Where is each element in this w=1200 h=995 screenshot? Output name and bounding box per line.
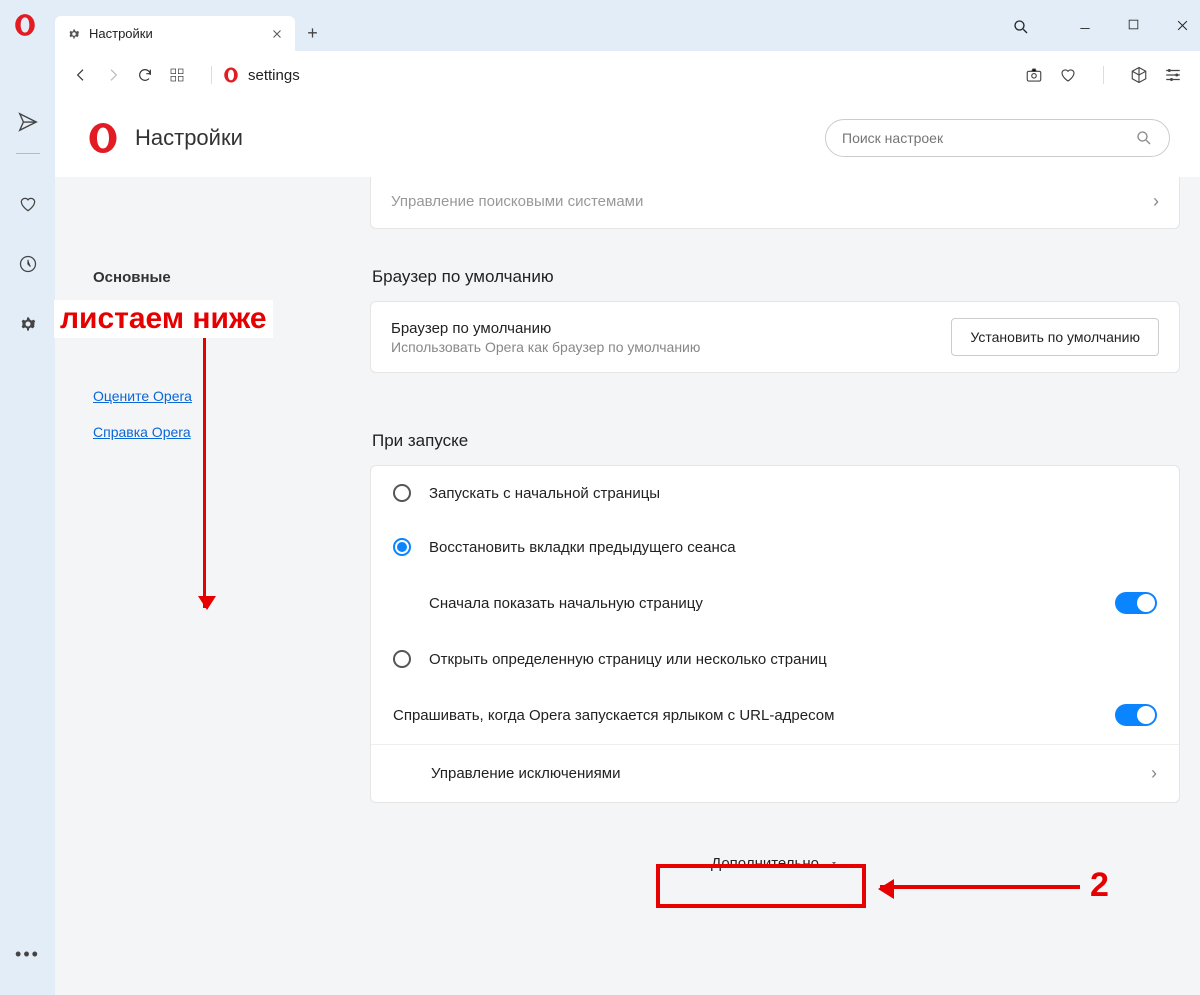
startup-opt2[interactable]: Восстановить вкладки предыдущего сеанса bbox=[371, 520, 1179, 574]
annotation-scroll-label: листаем ниже bbox=[54, 300, 273, 338]
heart-rail-icon[interactable] bbox=[18, 194, 38, 214]
close-window-button[interactable] bbox=[1175, 18, 1190, 33]
search-icon bbox=[1135, 129, 1153, 147]
page-title: Настройки bbox=[135, 125, 243, 151]
radio-checked[interactable] bbox=[393, 538, 411, 556]
default-browser-section-title: Браузер по умолчанию bbox=[372, 267, 1180, 287]
startup-opt3[interactable]: Открыть определенную страницу или нескол… bbox=[371, 632, 1179, 686]
address-text[interactable]: settings bbox=[248, 67, 300, 84]
left-rail: ••• bbox=[0, 51, 55, 995]
cube-icon[interactable] bbox=[1130, 66, 1148, 84]
radio-unchecked[interactable] bbox=[393, 484, 411, 502]
startup-ask: Спрашивать, когда Opera запускается ярлы… bbox=[371, 686, 1179, 744]
sidebar-item-basic[interactable]: Основные bbox=[85, 257, 355, 298]
nav-toolbar: settings bbox=[55, 51, 1200, 99]
easy-setup-icon[interactable] bbox=[1164, 66, 1182, 84]
history-rail-icon[interactable] bbox=[18, 254, 38, 274]
opera-badge-icon bbox=[222, 66, 240, 84]
send-icon[interactable] bbox=[17, 111, 39, 133]
manage-exceptions-row[interactable]: Управление исключениями › bbox=[371, 744, 1179, 802]
forward-button[interactable] bbox=[105, 67, 121, 83]
chevron-right-icon: › bbox=[1153, 191, 1159, 212]
settings-search[interactable] bbox=[825, 119, 1170, 157]
sidebar-link-rate[interactable]: Оцените Opera bbox=[85, 378, 355, 414]
close-tab-icon[interactable] bbox=[271, 28, 283, 40]
toggle-on[interactable] bbox=[1115, 704, 1157, 726]
maximize-button[interactable] bbox=[1127, 18, 1140, 33]
radio-unchecked[interactable] bbox=[393, 650, 411, 668]
tab-title: Настройки bbox=[89, 26, 153, 41]
annotation-number-2: 2 bbox=[1090, 866, 1109, 905]
toggle-on[interactable] bbox=[1115, 592, 1157, 614]
startup-opt1[interactable]: Запускать с начальной страницы bbox=[371, 466, 1179, 520]
annotation-arrow-down bbox=[203, 338, 206, 608]
default-browser-row: Браузер по умолчанию Использовать Opera … bbox=[371, 302, 1179, 372]
minimize-button[interactable] bbox=[1078, 18, 1092, 33]
opera-logo-icon bbox=[12, 12, 38, 38]
heart-icon[interactable] bbox=[1059, 66, 1077, 84]
new-tab-button[interactable]: + bbox=[295, 16, 330, 51]
annotation-arrow-left bbox=[880, 885, 1080, 889]
gear-icon bbox=[67, 27, 81, 41]
settings-search-input[interactable] bbox=[842, 130, 1135, 146]
chevron-right-icon: › bbox=[1151, 763, 1157, 784]
reload-button[interactable] bbox=[137, 67, 153, 83]
browser-tab[interactable]: Настройки bbox=[55, 16, 295, 51]
more-rail-icon[interactable]: ••• bbox=[15, 944, 40, 965]
startup-section-title: При запуске bbox=[372, 431, 1180, 451]
opera-page-logo-icon bbox=[85, 120, 121, 156]
settings-rail-icon[interactable] bbox=[18, 314, 38, 334]
annotation-red-box bbox=[656, 864, 866, 908]
window-search-icon[interactable] bbox=[1012, 18, 1030, 36]
sidebar-link-help[interactable]: Справка Opera bbox=[85, 414, 355, 450]
startup-opt2-sub: Сначала показать начальную страницу bbox=[371, 574, 1179, 632]
speed-dial-icon[interactable] bbox=[169, 67, 185, 83]
back-button[interactable] bbox=[73, 67, 89, 83]
search-engines-row[interactable]: Управление поисковыми системами › bbox=[371, 177, 1179, 228]
snapshot-icon[interactable] bbox=[1025, 66, 1043, 84]
set-default-button[interactable]: Установить по умолчанию bbox=[951, 318, 1159, 356]
